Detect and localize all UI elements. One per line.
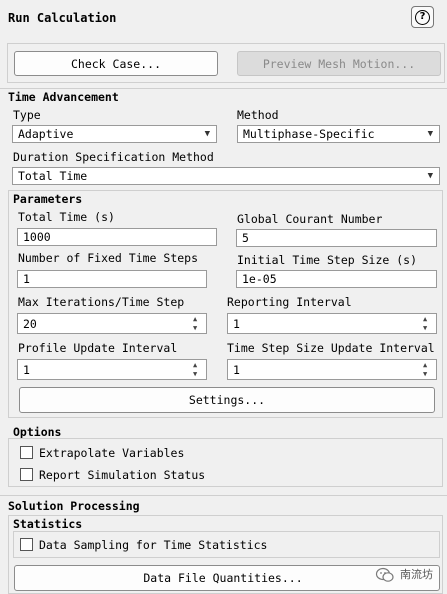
chevron-down-icon: ▼: [204, 129, 210, 139]
data-sampling-label: Data Sampling for Time Statistics: [39, 538, 268, 552]
fixed-time-steps-input[interactable]: 1: [17, 270, 207, 288]
arrow-up-icon[interactable]: ▲: [193, 316, 197, 323]
method-value: Multiphase-Specific: [243, 127, 375, 141]
chevron-down-icon: ▼: [427, 129, 433, 139]
total-time-label: Total Time (s): [18, 210, 115, 224]
help-button[interactable]: ?: [411, 6, 434, 28]
arrow-up-icon[interactable]: ▲: [423, 362, 427, 369]
type-label: Type: [13, 108, 41, 122]
spinner-arrows[interactable]: ▲ ▼: [193, 360, 203, 379]
profile-update-label: Profile Update Interval: [18, 341, 178, 355]
parameters-heading: Parameters: [13, 192, 83, 206]
extrapolate-label: Extrapolate Variables: [39, 446, 185, 460]
initial-step-size-value: 1e-05: [242, 272, 277, 286]
preview-mesh-motion-button[interactable]: Preview Mesh Motion...: [237, 51, 441, 76]
max-iterations-label: Max Iterations/Time Step: [18, 295, 185, 309]
chevron-down-icon: ▼: [427, 171, 433, 181]
courant-number-input[interactable]: 5: [236, 229, 437, 247]
data-sampling-checkbox[interactable]: [20, 538, 33, 551]
duration-method-label: Duration Specification Method: [13, 150, 214, 164]
report-status-label: Report Simulation Status: [39, 468, 206, 482]
data-file-quantities-label: Data File Quantities...: [143, 571, 303, 585]
fixed-time-steps-label: Number of Fixed Time Steps: [18, 251, 199, 265]
spinner-arrows[interactable]: ▲ ▼: [423, 360, 433, 379]
options-heading: Options: [13, 425, 62, 439]
reporting-interval-label: Reporting Interval: [227, 295, 352, 309]
total-time-input[interactable]: 1000: [17, 228, 217, 246]
step-size-update-value: 1: [233, 362, 240, 377]
check-case-button[interactable]: Check Case...: [14, 51, 218, 76]
max-iterations-spinner[interactable]: 20 ▲ ▼: [17, 313, 207, 334]
arrow-down-icon[interactable]: ▼: [193, 325, 197, 332]
help-icon: ?: [415, 9, 430, 25]
courant-number-label: Global Courant Number: [237, 212, 383, 226]
reporting-interval-value: 1: [233, 316, 240, 331]
profile-update-spinner[interactable]: 1 ▲ ▼: [17, 359, 207, 380]
method-select[interactable]: Multiphase-Specific ▼: [237, 125, 440, 143]
duration-method-select[interactable]: Total Time ▼: [12, 167, 440, 185]
spinner-arrows[interactable]: ▲ ▼: [423, 314, 433, 333]
watermark-text: 南流坊: [400, 568, 433, 581]
spinner-arrows[interactable]: ▲ ▼: [193, 314, 203, 333]
statistics-heading: Statistics: [13, 517, 83, 531]
extrapolate-checkbox[interactable]: [20, 446, 33, 459]
divider: [0, 495, 447, 496]
arrow-down-icon[interactable]: ▼: [423, 371, 427, 378]
step-size-update-label: Time Step Size Update Interval: [227, 341, 435, 355]
fixed-time-steps-value: 1: [23, 272, 30, 286]
settings-button[interactable]: Settings...: [19, 387, 435, 413]
divider: [0, 88, 447, 89]
type-value: Adaptive: [18, 127, 74, 141]
duration-method-value: Total Time: [18, 169, 88, 183]
type-select[interactable]: Adaptive ▼: [12, 125, 217, 143]
arrow-down-icon[interactable]: ▼: [193, 371, 197, 378]
wechat-icon: [375, 567, 395, 583]
solution-processing-heading: Solution Processing: [8, 499, 140, 513]
courant-number-value: 5: [242, 231, 249, 245]
arrow-up-icon[interactable]: ▲: [193, 362, 197, 369]
time-advancement-heading: Time Advancement: [8, 90, 119, 104]
initial-step-size-label: Initial Time Step Size (s): [237, 253, 418, 267]
total-time-value: 1000: [23, 230, 51, 244]
report-status-checkbox[interactable]: [20, 468, 33, 481]
arrow-up-icon[interactable]: ▲: [423, 316, 427, 323]
method-label: Method: [237, 108, 279, 122]
arrow-down-icon[interactable]: ▼: [423, 325, 427, 332]
max-iterations-value: 20: [23, 316, 37, 331]
step-size-update-spinner[interactable]: 1 ▲ ▼: [227, 359, 437, 380]
profile-update-value: 1: [23, 362, 30, 377]
page-title: Run Calculation: [8, 11, 117, 25]
reporting-interval-spinner[interactable]: 1 ▲ ▼: [227, 313, 437, 334]
initial-step-size-input[interactable]: 1e-05: [236, 270, 437, 288]
